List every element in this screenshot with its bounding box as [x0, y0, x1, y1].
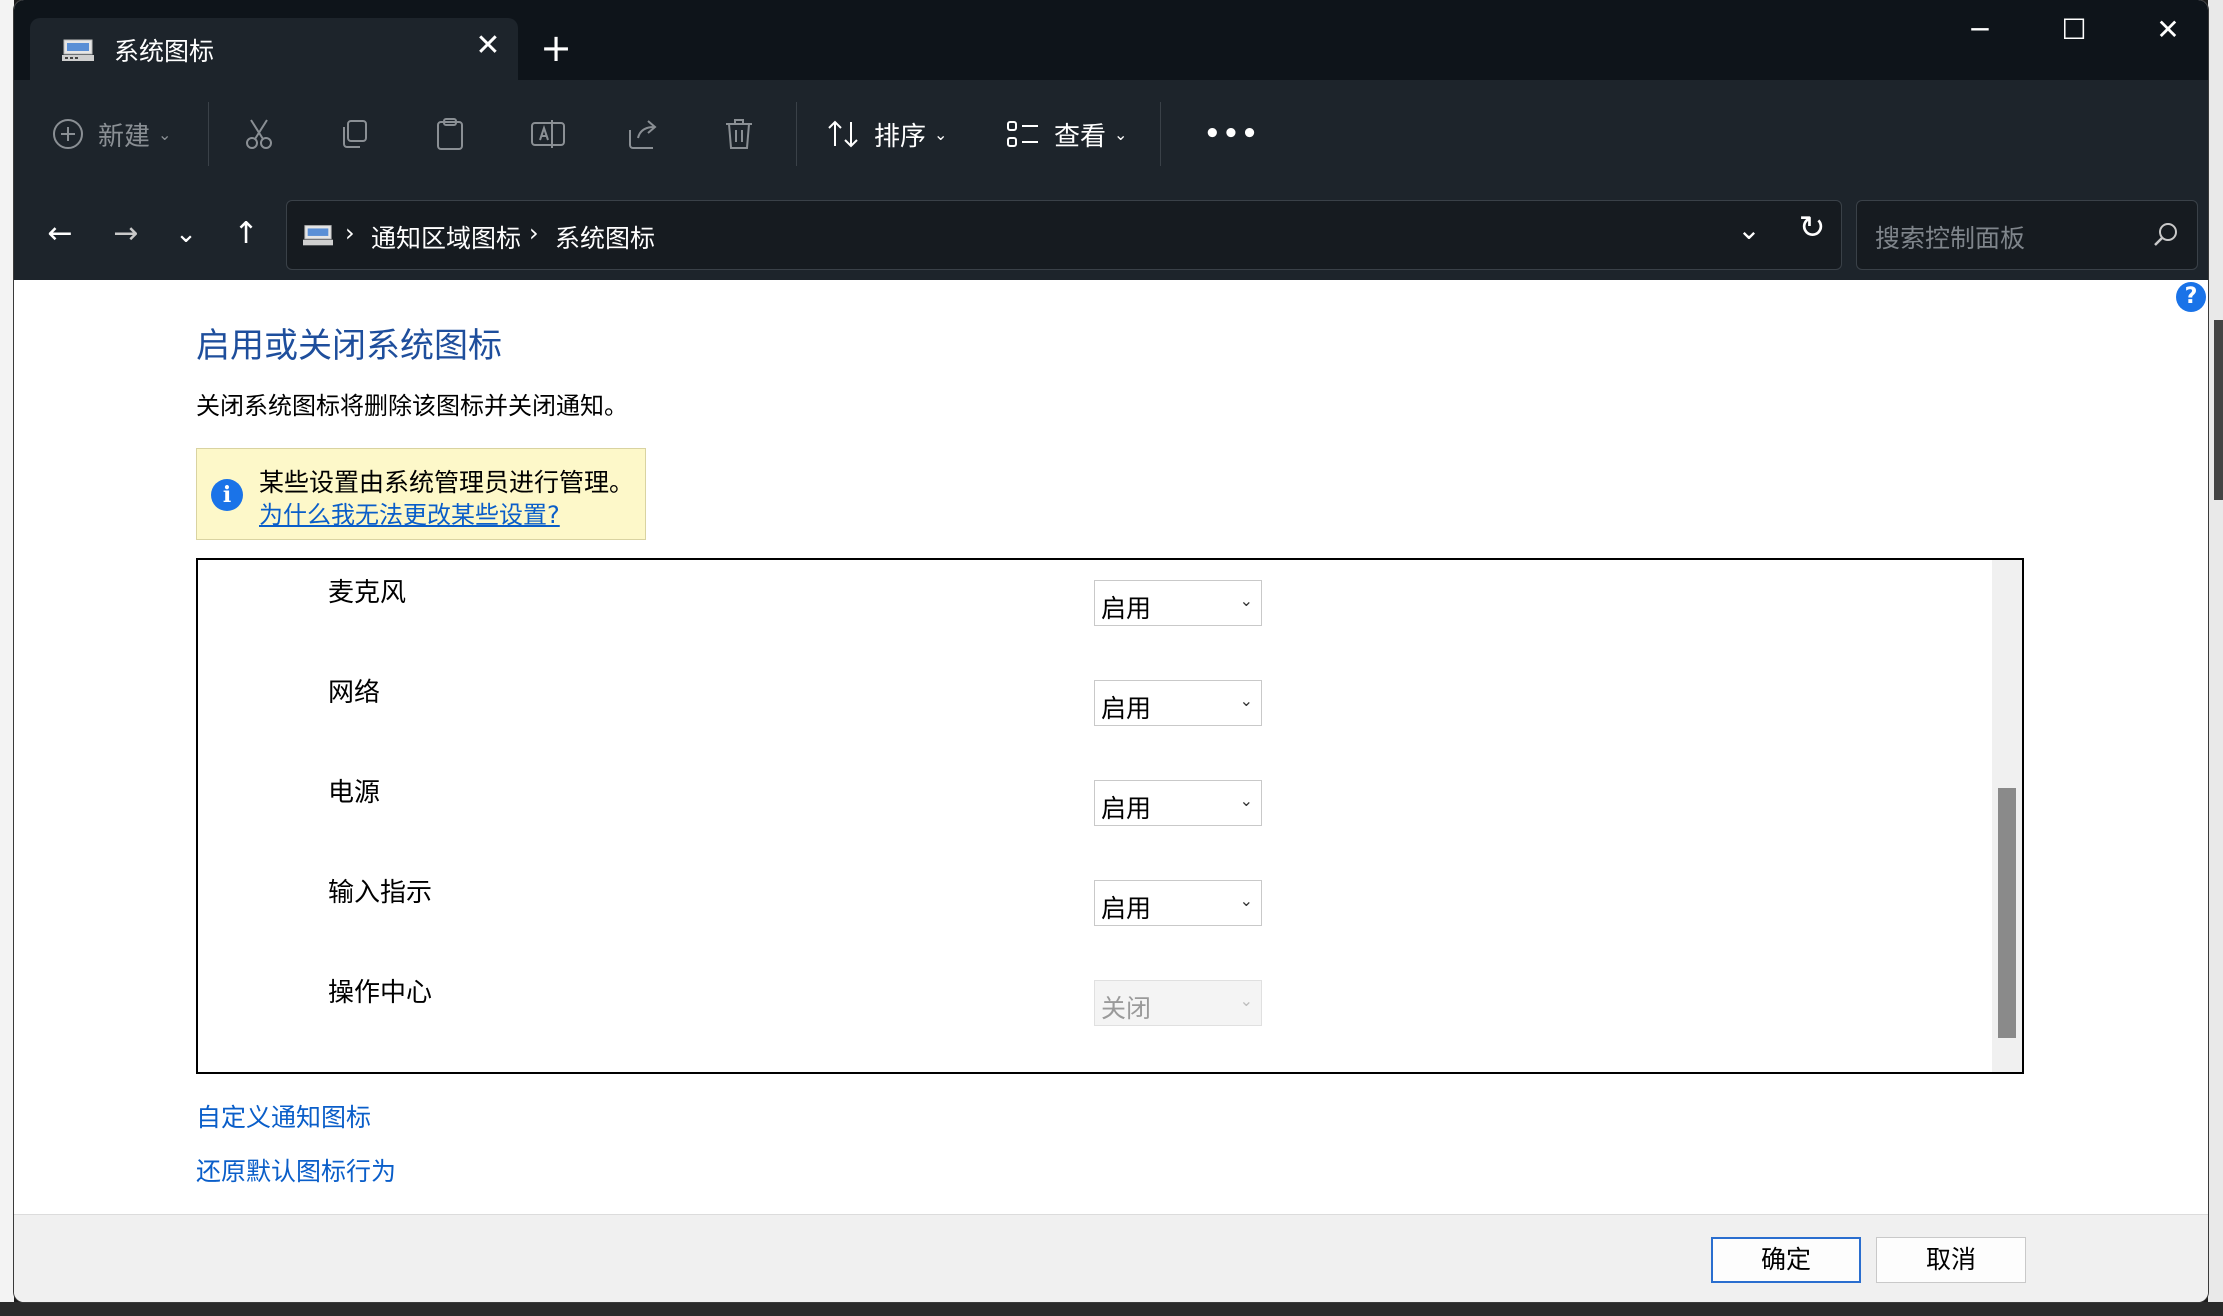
new-tab-button[interactable]: + [534, 26, 578, 70]
breadcrumb-system-icons[interactable]: 系统图标 [555, 219, 655, 255]
plus-circle-icon [53, 119, 83, 149]
view-list-icon [1007, 121, 1038, 147]
chevron-down-icon: ⌄ [1114, 124, 1128, 144]
sort-label: 排序 [874, 121, 927, 152]
row-label-input-indicator: 输入指示 [328, 878, 433, 908]
rename-button[interactable] [530, 106, 566, 162]
forward-arrow-icon[interactable]: → [104, 212, 148, 256]
taskbar-edge [0, 1302, 2223, 1316]
chevron-down-icon: ⌄ [1239, 591, 1253, 610]
window-tab[interactable]: 系统图标 ✕ [30, 18, 518, 80]
dialog-footer: 确定 取消 [14, 1214, 2208, 1302]
breadcrumb-notification-icons[interactable]: 通知区域图标 [371, 219, 521, 255]
sort-button[interactable]: 排序 ⌄ [826, 106, 947, 162]
view-button[interactable]: 查看 ⌄ [1006, 106, 1127, 162]
admin-notice: i 某些设置由系统管理员进行管理。 为什么我无法更改某些设置? [196, 448, 646, 540]
breadcrumb-separator: › [529, 219, 539, 247]
tab-close-icon[interactable]: ✕ [470, 28, 506, 64]
tab-title: 系统图标 [114, 37, 215, 66]
cut-button[interactable] [242, 106, 276, 162]
more-options-button[interactable]: ••• [1204, 106, 1260, 162]
close-window-button[interactable]: ✕ [2138, 8, 2198, 52]
select-value: 启用 [1101, 694, 1152, 723]
sort-icon [828, 120, 858, 148]
search-input[interactable]: 搜索控制面板 [1856, 200, 2198, 270]
toolbar-divider [1160, 102, 1161, 166]
delete-button[interactable] [724, 106, 754, 162]
refresh-icon[interactable]: ↻ [1790, 208, 1834, 246]
desktop-background-right [2208, 0, 2223, 1316]
command-toolbar: 新建 ⌄ 排序 ⌄ 查看 ⌄ ••• [14, 80, 2208, 189]
search-icon [2154, 223, 2177, 246]
ok-button[interactable]: 确定 [1711, 1237, 1861, 1283]
recent-locations-chevron-icon[interactable]: ⌄ [164, 212, 208, 256]
scrollbar-thumb[interactable] [1998, 788, 2016, 1038]
navigation-bar: ← → ⌄ ↑ › 通知区域图标 › 系统图标 ⌄ ↻ 搜索控制面板 [14, 188, 2208, 280]
address-bar[interactable]: › 通知区域图标 › 系统图标 ⌄ [286, 200, 1842, 270]
content-area: ? 启用或关闭系统图标 关闭系统图标将删除该图标并关闭通知。 i 某些设置由系统… [14, 280, 2208, 1214]
control-panel-icon [303, 225, 333, 246]
customize-notification-icons-link[interactable]: 自定义通知图标 [196, 1098, 371, 1134]
chevron-down-icon: ⌄ [1239, 991, 1253, 1010]
rename-icon [531, 120, 565, 148]
why-cant-change-link[interactable]: 为什么我无法更改某些设置? [259, 495, 560, 530]
row-label-power: 电源 [328, 778, 381, 808]
computer-icon [62, 39, 94, 61]
scissors-icon [246, 119, 272, 149]
input-indicator-select[interactable]: 启用 ⌄ [1094, 880, 1262, 926]
power-select[interactable]: 启用 ⌄ [1094, 780, 1262, 826]
share-icon [629, 120, 657, 149]
info-icon: i [211, 479, 243, 511]
chevron-down-icon: ⌄ [1239, 891, 1253, 910]
help-icon[interactable]: ? [2176, 282, 2206, 312]
select-value: 启用 [1101, 594, 1152, 623]
row-label-microphone: 麦克风 [328, 578, 407, 608]
chevron-down-icon: ⌄ [1239, 791, 1253, 810]
back-arrow-icon[interactable]: ← [38, 212, 82, 256]
paste-button[interactable] [434, 106, 466, 162]
desktop-background-left [0, 0, 14, 1316]
row-label-action-center: 操作中心 [328, 978, 433, 1008]
chevron-down-icon: ⌄ [934, 124, 948, 144]
select-value: 启用 [1101, 794, 1152, 823]
background-scrollbar [2214, 320, 2223, 500]
copy-icon [343, 120, 367, 148]
chevron-down-icon: ⌄ [1239, 691, 1253, 710]
cancel-button[interactable]: 取消 [1876, 1237, 2026, 1283]
control-panel-window: 系统图标 ✕ + ─ ☐ ✕ 新建 ⌄ 排序 ⌄ 查看 ⌄ ••• ← → ⌄ … [14, 0, 2208, 1302]
microphone-select[interactable]: 启用 ⌄ [1094, 580, 1262, 626]
list-scrollbar[interactable] [1992, 560, 2022, 1072]
copy-button[interactable] [338, 106, 370, 162]
select-value: 关闭 [1101, 994, 1152, 1023]
select-value: 启用 [1101, 894, 1152, 923]
system-icons-list: 麦克风 启用 ⌄ 网络 启用 ⌄ 电源 启用 ⌄ 输入指示 启用 ⌄ 操作中心 [196, 558, 2024, 1074]
clipboard-icon [437, 118, 463, 150]
network-select[interactable]: 启用 ⌄ [1094, 680, 1262, 726]
restore-default-behavior-link[interactable]: 还原默认图标行为 [196, 1152, 396, 1188]
page-title: 启用或关闭系统图标 [196, 326, 502, 366]
toolbar-divider [208, 102, 209, 166]
address-history-chevron-icon[interactable]: ⌄ [1727, 213, 1771, 246]
maximize-button[interactable]: ☐ [2044, 8, 2104, 52]
up-arrow-icon[interactable]: ↑ [224, 212, 268, 256]
row-label-network: 网络 [328, 678, 381, 708]
notice-text: 某些设置由系统管理员进行管理。 [259, 468, 635, 497]
view-label: 查看 [1054, 121, 1107, 152]
page-description: 关闭系统图标将删除该图标并关闭通知。 [196, 392, 628, 420]
minimize-button[interactable]: ─ [1950, 8, 2010, 52]
action-center-select: 关闭 ⌄ [1094, 980, 1262, 1026]
chevron-down-icon: ⌄ [158, 124, 172, 144]
trash-icon [726, 119, 752, 149]
toolbar-divider [796, 102, 797, 166]
breadcrumb-separator: › [345, 219, 355, 247]
search-placeholder: 搜索控制面板 [1875, 224, 2026, 253]
new-label: 新建 [98, 121, 151, 152]
title-bar: 系统图标 ✕ + ─ ☐ ✕ [14, 0, 2208, 80]
share-button[interactable] [626, 106, 660, 162]
new-button[interactable]: 新建 ⌄ [52, 106, 171, 162]
